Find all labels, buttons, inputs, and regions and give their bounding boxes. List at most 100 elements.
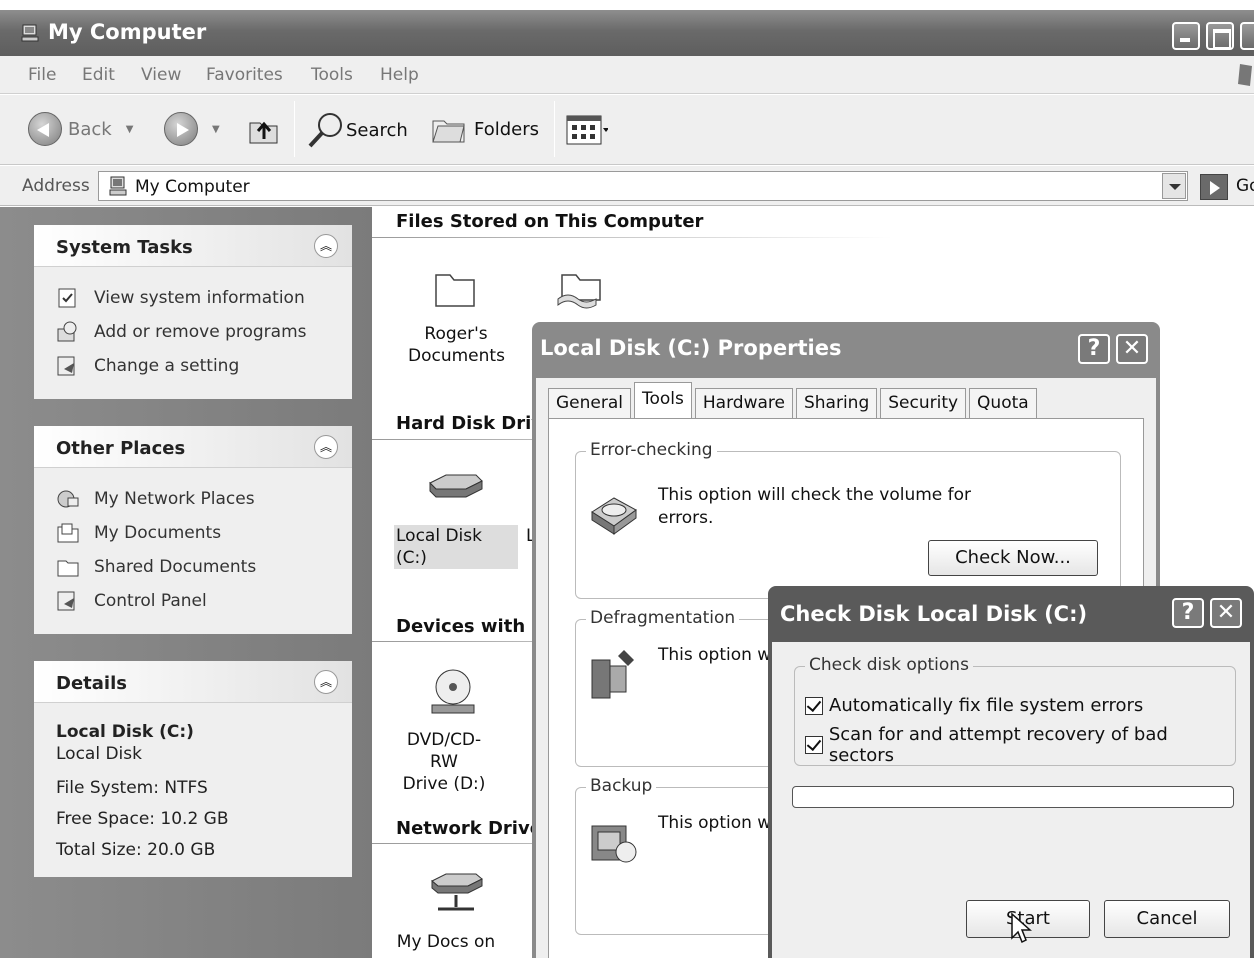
title-bar[interactable]: My Computer — [0, 10, 1254, 56]
task-view-system-info[interactable]: View system information — [56, 281, 352, 315]
task-change-setting[interactable]: Change a setting — [56, 349, 352, 383]
group-network-drives: Network Drive — [396, 818, 542, 839]
other-places-title: Other Places — [56, 438, 186, 459]
scan-bad-sectors-label: Scan for and attempt recovery of bad sec… — [828, 724, 1168, 766]
tab-hardware[interactable]: Hardware — [694, 388, 793, 420]
forward-button[interactable]: ▼ — [164, 112, 220, 146]
menu-help[interactable]: Help — [380, 65, 419, 85]
help-button[interactable]: ? — [1078, 334, 1110, 364]
windows-logo-icon — [1238, 64, 1252, 86]
task-label: Change a setting — [94, 356, 240, 376]
views-icon — [566, 115, 608, 145]
details-type: Local Disk — [56, 744, 142, 764]
defragmentation-desc: This option wi — [658, 645, 776, 665]
system-info-icon — [58, 288, 76, 308]
check-disk-dialog: Check Disk Local Disk (C:) ? ✕ Check dis… — [768, 586, 1254, 958]
group-removable-devices: Devices with R — [396, 616, 546, 637]
label-line-2: Documents — [408, 346, 505, 366]
tab-general[interactable]: General — [548, 388, 631, 420]
shared-folder-icon[interactable] — [556, 265, 606, 311]
check-now-button[interactable]: Check Now... — [928, 540, 1098, 576]
collapse-chevron-icon[interactable]: ︽ — [314, 670, 338, 694]
menu-file[interactable]: File — [28, 65, 56, 85]
tab-security[interactable]: Security — [880, 388, 967, 420]
views-button[interactable] — [566, 115, 608, 145]
network-drive-label[interactable]: My Docs on — [396, 931, 496, 953]
menu-bar: File Edit View Favorites Tools Help — [0, 56, 1254, 94]
menu-favorites[interactable]: Favorites — [206, 65, 283, 85]
backup-desc: This option wi — [658, 813, 776, 833]
scan-bad-sectors-option[interactable]: Scan for and attempt recovery of bad sec… — [805, 724, 1235, 766]
forward-dropdown-icon[interactable]: ▼ — [212, 124, 220, 135]
back-arrow-icon — [28, 112, 62, 146]
scan-bad-sectors-checkbox[interactable] — [805, 736, 823, 754]
close-button[interactable]: ✕ — [1210, 598, 1242, 628]
search-label: Search — [346, 119, 408, 141]
menu-tools[interactable]: Tools — [311, 65, 353, 85]
address-value: My Computer — [135, 177, 250, 197]
up-folder-icon[interactable] — [246, 111, 282, 147]
go-label[interactable]: Go — [1236, 176, 1254, 196]
address-bar: Address My Computer Go — [0, 166, 1254, 206]
error-checking-group: Error-checking This option will check th… — [575, 440, 1121, 599]
details-total-size: Total Size: 20.0 GB — [56, 840, 216, 860]
defragment-icon — [591, 650, 634, 699]
local-disk-c-label[interactable]: Local Disk (C:) — [394, 525, 518, 569]
properties-dialog-title: Local Disk (C:) Properties — [540, 336, 842, 360]
search-button[interactable]: Search — [306, 110, 408, 150]
desc-line-2: errors. — [658, 508, 714, 528]
place-label: My Network Places — [94, 489, 255, 509]
dvd-drive-icon[interactable] — [428, 667, 478, 717]
cancel-button[interactable]: Cancel — [1104, 900, 1230, 938]
collapse-chevron-icon[interactable]: ︽ — [314, 234, 338, 258]
address-input[interactable]: My Computer — [98, 171, 1188, 201]
close-button[interactable]: ✕ — [1116, 334, 1148, 364]
backup-label: Backup — [586, 776, 657, 796]
other-places-panel: Other Places ︽ My Network Places My Docu… — [34, 426, 352, 634]
back-dropdown-icon[interactable]: ▼ — [126, 124, 134, 135]
place-label: Control Panel — [94, 591, 207, 611]
task-add-remove-programs[interactable]: Add or remove programs — [56, 315, 352, 349]
go-arrow-icon[interactable] — [1200, 174, 1228, 200]
place-my-documents[interactable]: My Documents — [56, 516, 352, 550]
help-button[interactable]: ? — [1172, 598, 1204, 628]
back-button[interactable]: Back ▼ — [28, 112, 133, 146]
address-dropdown-button[interactable] — [1162, 173, 1186, 199]
auto-fix-label: Automatically fix file system errors — [829, 695, 1144, 716]
dvd-drive-label[interactable]: DVD/CD-RW Drive (D:) — [396, 729, 492, 795]
check-disk-dialog-title: Check Disk Local Disk (C:) — [780, 602, 1088, 626]
tab-sharing[interactable]: Sharing — [795, 388, 878, 420]
details-header[interactable]: Details ︽ — [34, 661, 352, 703]
search-icon — [308, 113, 342, 148]
tab-quota[interactable]: Quota — [969, 388, 1037, 420]
details-name: Local Disk (C:) — [56, 722, 194, 742]
folders-button[interactable]: Folders — [430, 111, 539, 147]
menu-view[interactable]: View — [141, 65, 181, 85]
close-button[interactable] — [1240, 22, 1254, 50]
folder-icon[interactable] — [432, 265, 478, 311]
place-my-network-places[interactable]: My Network Places — [56, 482, 352, 516]
rogers-documents-label[interactable]: Roger's Documents — [408, 323, 505, 367]
system-tasks-header[interactable]: System Tasks ︽ — [34, 225, 352, 267]
other-places-header[interactable]: Other Places ︽ — [34, 426, 352, 468]
error-checking-desc: This option will check the volume for er… — [658, 484, 971, 530]
my-computer-icon — [21, 24, 39, 42]
auto-fix-checkbox[interactable] — [805, 696, 823, 715]
my-computer-icon — [109, 176, 127, 196]
maximize-button[interactable] — [1206, 22, 1234, 50]
menu-edit[interactable]: Edit — [82, 65, 115, 85]
task-pane: System Tasks ︽ View system information A… — [0, 207, 372, 958]
hard-disk-icon[interactable] — [426, 473, 486, 503]
properties-tabs: General Tools Hardware Sharing Security … — [548, 382, 1040, 420]
minimize-button[interactable] — [1172, 22, 1200, 50]
address-label: Address — [22, 176, 90, 196]
place-control-panel[interactable]: Control Panel — [56, 584, 352, 618]
task-label: View system information — [94, 288, 305, 308]
collapse-chevron-icon[interactable]: ︽ — [314, 435, 338, 459]
check-disk-progress-bar — [792, 786, 1234, 808]
place-shared-documents[interactable]: Shared Documents — [56, 550, 352, 584]
network-drive-icon[interactable] — [428, 871, 484, 917]
auto-fix-option[interactable]: Automatically fix file system errors — [805, 695, 1143, 716]
tab-tools[interactable]: Tools — [634, 382, 692, 418]
desc-line-1: This option will check the volume for — [658, 485, 972, 505]
